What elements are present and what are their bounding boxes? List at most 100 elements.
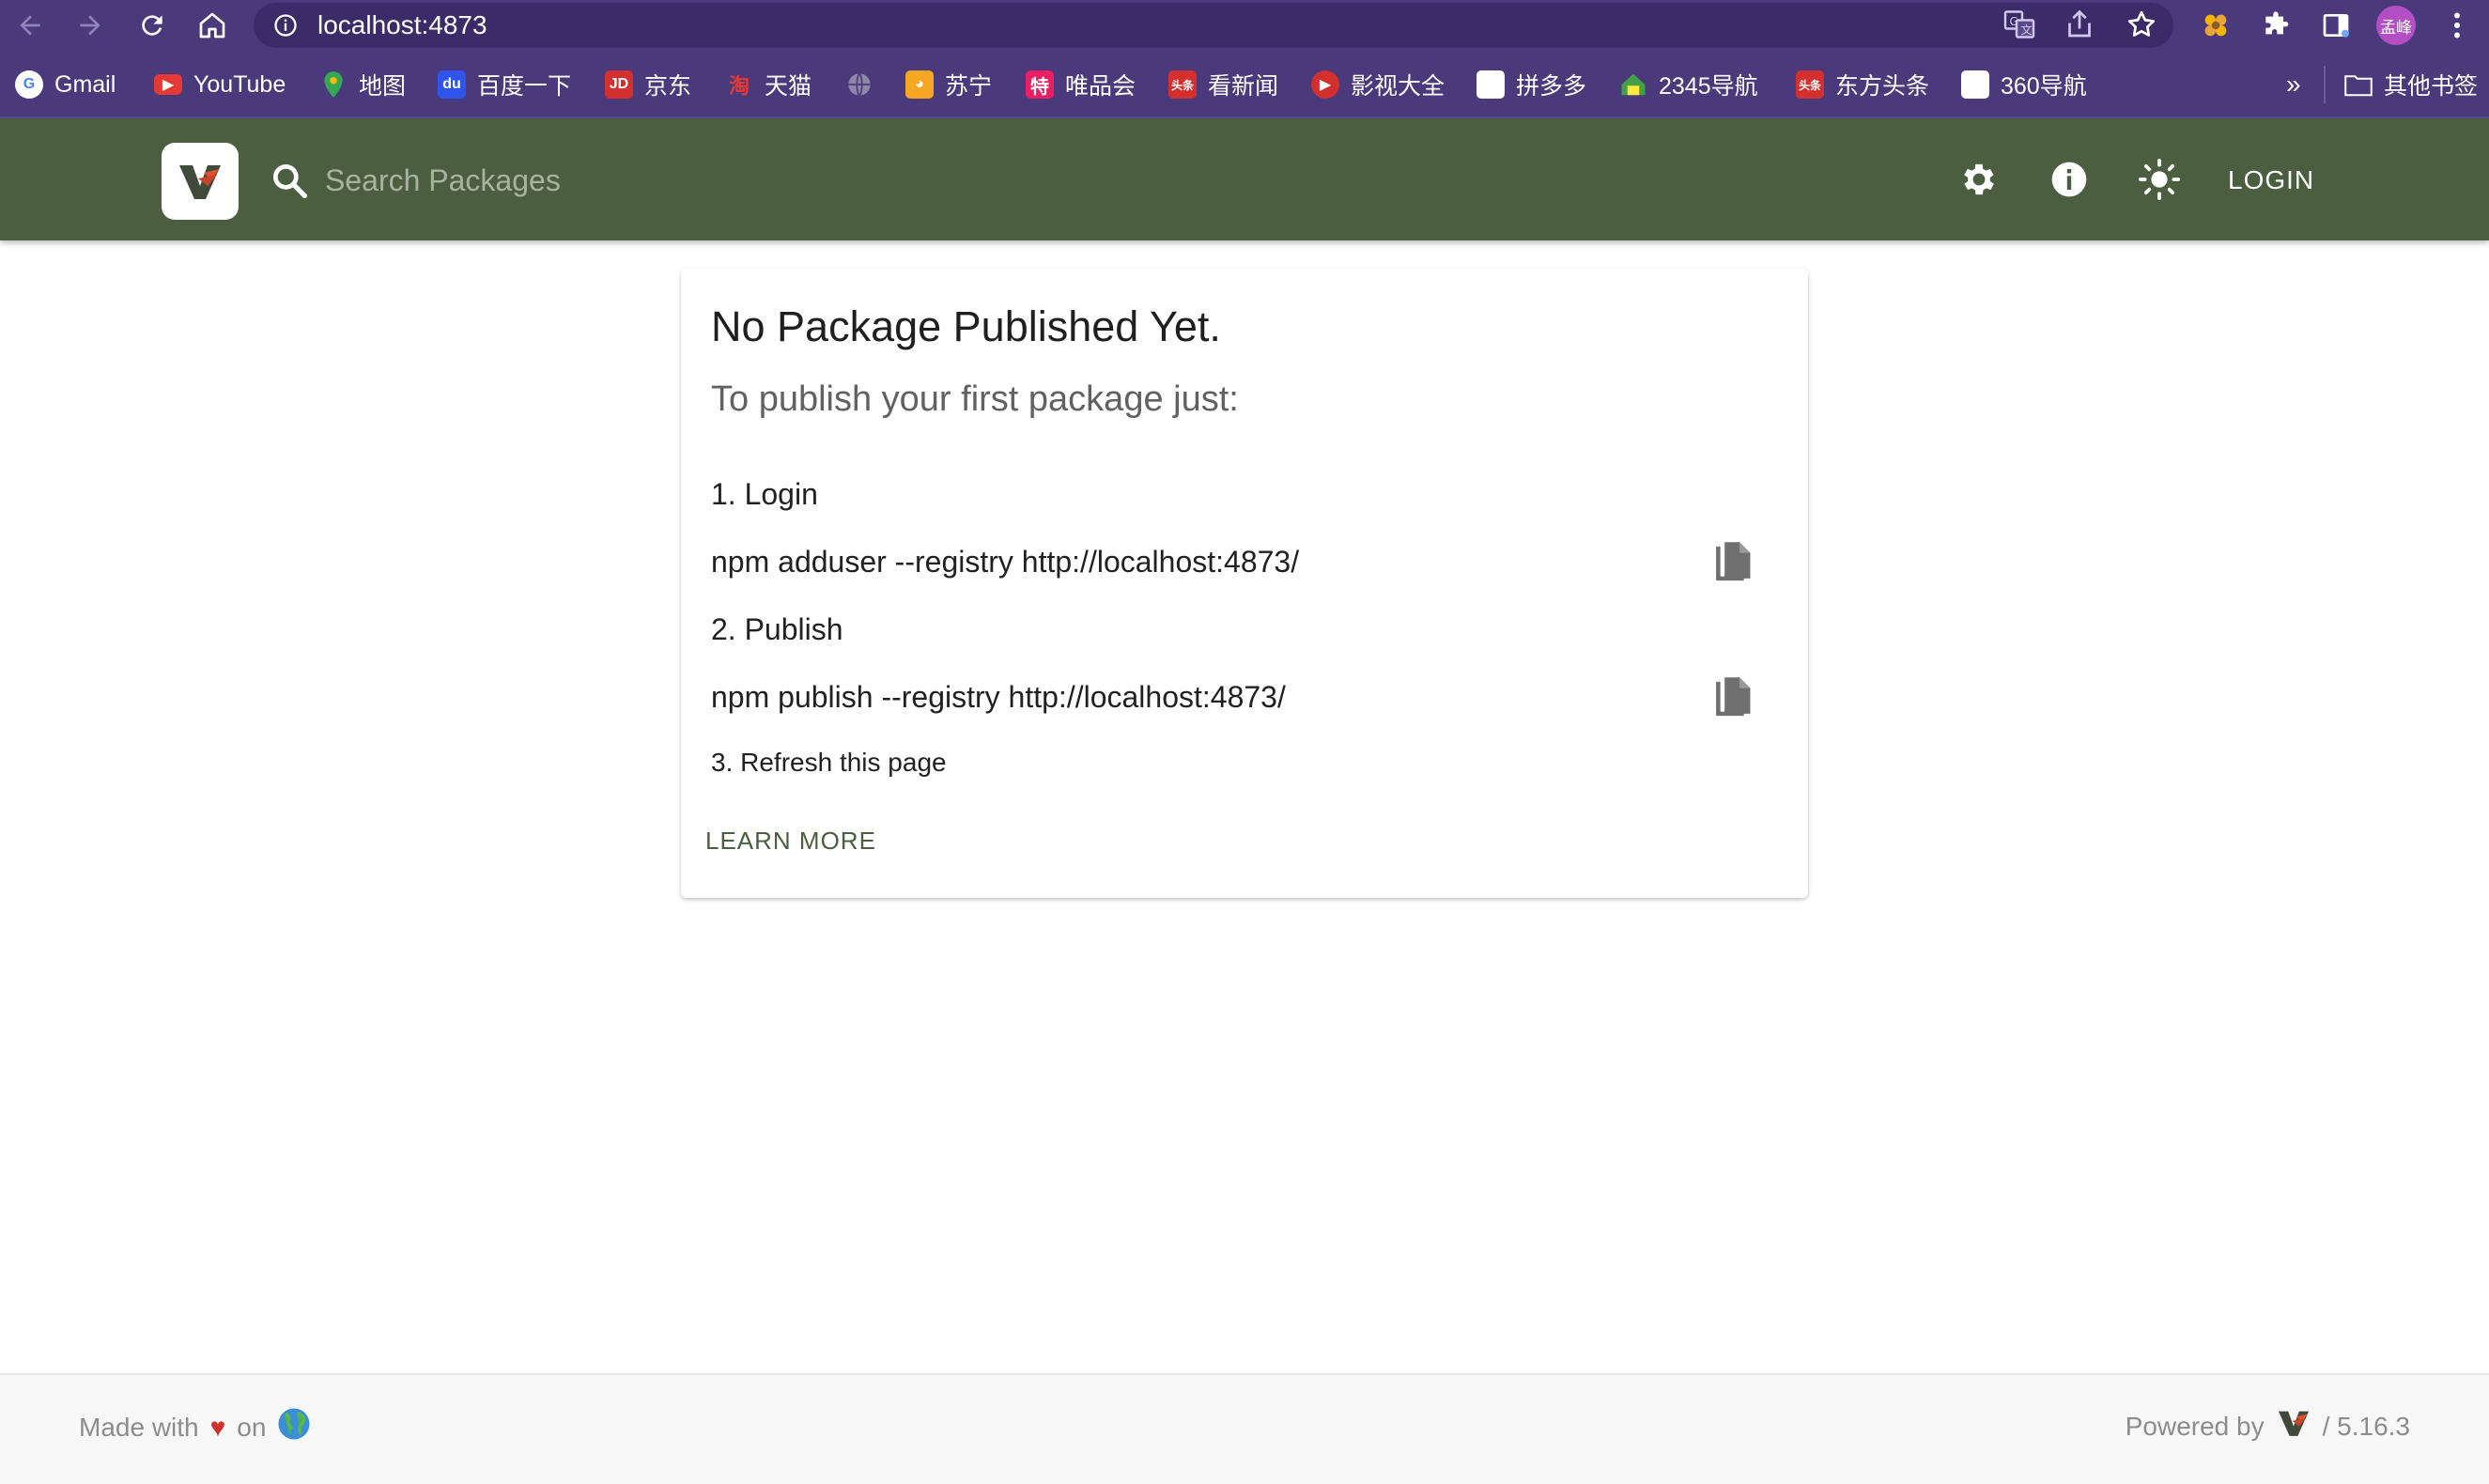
folder-icon <box>2344 70 2373 99</box>
bookmark-youtube[interactable]: ▶ YouTube <box>154 68 286 101</box>
sun-icon <box>2138 158 2181 201</box>
bookmark-suning[interactable]: ◕ 苏宁 <box>905 68 992 101</box>
reload-button[interactable] <box>131 5 173 46</box>
bookmark-map[interactable]: 地图 <box>319 68 406 101</box>
settings-button[interactable] <box>1956 156 2002 203</box>
bookmarks-overflow-button[interactable]: » <box>2286 68 2301 101</box>
publish-command-text: npm publish --registry http://localhost:… <box>711 680 1286 714</box>
bookmark-label: 其他书签 <box>2384 73 2479 100</box>
url-text[interactable]: localhost:4873 <box>317 3 487 48</box>
bookmarks-divider <box>2324 66 2326 103</box>
bookmark-other-folder[interactable]: 其他书签 <box>2344 68 2478 101</box>
bookmark-vip[interactable]: 特 唯品会 <box>1026 68 1136 101</box>
bookmark-label: 影视大全 <box>1351 73 1445 100</box>
bookmark-video[interactable]: ▶ 影视大全 <box>1311 68 1445 101</box>
bookmark-label: Gmail <box>54 70 116 98</box>
home-icon <box>199 12 225 39</box>
info-button[interactable] <box>2046 156 2093 203</box>
bookmark-label: 京东 <box>644 73 692 100</box>
step-refresh-text: 3. Refresh this page <box>711 748 947 777</box>
bookmark-label: 唯品会 <box>1065 73 1136 100</box>
map-pin-icon <box>319 70 348 99</box>
bookmark-2345[interactable]: 2345导航 <box>1619 68 1758 101</box>
search-icon <box>272 163 308 199</box>
back-button[interactable] <box>9 5 51 46</box>
info-icon <box>2051 162 2087 197</box>
bookmark-gmail[interactable]: G Gmail <box>15 68 116 101</box>
bookmark-label: 拼多多 <box>1516 73 1587 100</box>
bookmark-pinduoduo[interactable]: 拼多多 <box>1476 68 1586 101</box>
bookmark-tmall[interactable]: 淘 天猫 <box>725 68 812 101</box>
bookmark-360[interactable]: 360导航 <box>1961 68 2087 101</box>
bookmark-label: 百度一下 <box>477 73 572 100</box>
verdaccio-logo-icon[interactable] <box>2276 1407 2311 1445</box>
footer: Made with ♥ on Powered by / 5.16.3 <box>0 1373 2489 1484</box>
share-icon[interactable] <box>2063 8 2096 41</box>
star-bookmark-icon[interactable] <box>2125 8 2158 41</box>
learn-more-link[interactable]: LEARN MORE <box>705 827 876 856</box>
info-circle-icon[interactable] <box>272 12 299 39</box>
address-bar[interactable]: localhost:4873 <box>254 3 2173 48</box>
jd-icon: JD <box>605 70 633 99</box>
forward-arrow-icon <box>80 15 100 36</box>
home-button[interactable] <box>192 5 233 46</box>
browser-toolbar: localhost:4873 G文 孟峰 <box>0 0 2489 51</box>
heart-icon: ♥ <box>209 1412 226 1442</box>
bookmark-label: 360导航 <box>2001 73 2087 100</box>
card-title: No Package Published Yet. <box>711 302 1221 350</box>
youtube-icon: ▶ <box>154 74 182 95</box>
globe-icon <box>845 70 873 99</box>
copy-publish-button[interactable] <box>1705 672 1757 725</box>
powered-by-text: Powered by <box>2125 1411 2265 1441</box>
footer-made-with: Made with ♥ on <box>79 1407 311 1447</box>
extensions-puzzle-icon[interactable] <box>2258 8 2294 43</box>
svg-text:文: 文 <box>2021 23 2033 37</box>
bookmark-label: 2345导航 <box>1659 73 1758 100</box>
step-publish-heading: 2. Publish <box>711 612 843 646</box>
verdaccio-logo[interactable] <box>162 143 239 220</box>
bookmark-toutiao[interactable]: 头条 东方头条 <box>1796 68 1929 101</box>
bookmarks-bar: G Gmail ▶ YouTube 地图 du 百度一下 JD 京东 淘 天猫 … <box>0 51 2489 118</box>
version-text: / 5.16.3 <box>2322 1411 2410 1441</box>
bookmark-label: 天猫 <box>765 73 812 100</box>
step-login-heading: 1. Login <box>711 477 818 511</box>
earth-globe-icon <box>277 1407 311 1447</box>
forward-button[interactable] <box>70 5 111 46</box>
bookmark-label: YouTube <box>193 70 286 98</box>
tmall-icon: 淘 <box>728 74 750 98</box>
side-panel-icon[interactable] <box>2318 8 2354 43</box>
video-icon: ▶ <box>1311 70 1339 99</box>
google-icon: G <box>15 70 43 99</box>
bookmark-label: 东方头条 <box>1835 73 1930 100</box>
translate-icon[interactable]: G文 <box>2002 8 2036 41</box>
suning-icon: ◕ <box>905 70 934 99</box>
news-icon: 头条 <box>1168 70 1197 99</box>
footer-powered-by: Powered by / 5.16.3 <box>2126 1407 2410 1445</box>
reload-icon <box>142 15 162 36</box>
bookmark-jd[interactable]: JD 京东 <box>605 68 691 101</box>
search-input[interactable] <box>325 152 1076 209</box>
toutiao-icon: 头条 <box>1796 70 1824 99</box>
app-header: LOGIN <box>0 118 2489 240</box>
baidu-icon: du <box>438 70 466 99</box>
blank-page-icon <box>1476 70 1505 99</box>
more-vertical-icon[interactable] <box>2440 8 2474 43</box>
login-button[interactable]: LOGIN <box>2207 152 2335 209</box>
theme-toggle-button[interactable] <box>2136 156 2183 203</box>
copy-adduser-button[interactable] <box>1705 537 1757 590</box>
made-with-text: Made with <box>79 1412 199 1442</box>
house-icon <box>1619 70 1647 99</box>
bookmark-label: 地图 <box>359 73 407 100</box>
card-subtitle: To publish your first package just: <box>711 379 1239 419</box>
copy-icon <box>1716 542 1751 581</box>
bookmark-globe[interactable] <box>845 68 873 101</box>
on-text: on <box>237 1412 267 1442</box>
no-packages-card: No Package Published Yet. To publish you… <box>681 269 1808 898</box>
bookmark-news[interactable]: 头条 看新闻 <box>1168 68 1278 101</box>
profile-avatar[interactable]: 孟峰 <box>2376 6 2416 45</box>
svg-text:G: G <box>2010 15 2018 28</box>
gear-icon <box>1964 163 1994 195</box>
bookmark-baidu[interactable]: du 百度一下 <box>438 68 571 101</box>
vip-icon: 特 <box>1026 70 1054 99</box>
extension-flower-icon[interactable] <box>2198 8 2234 43</box>
